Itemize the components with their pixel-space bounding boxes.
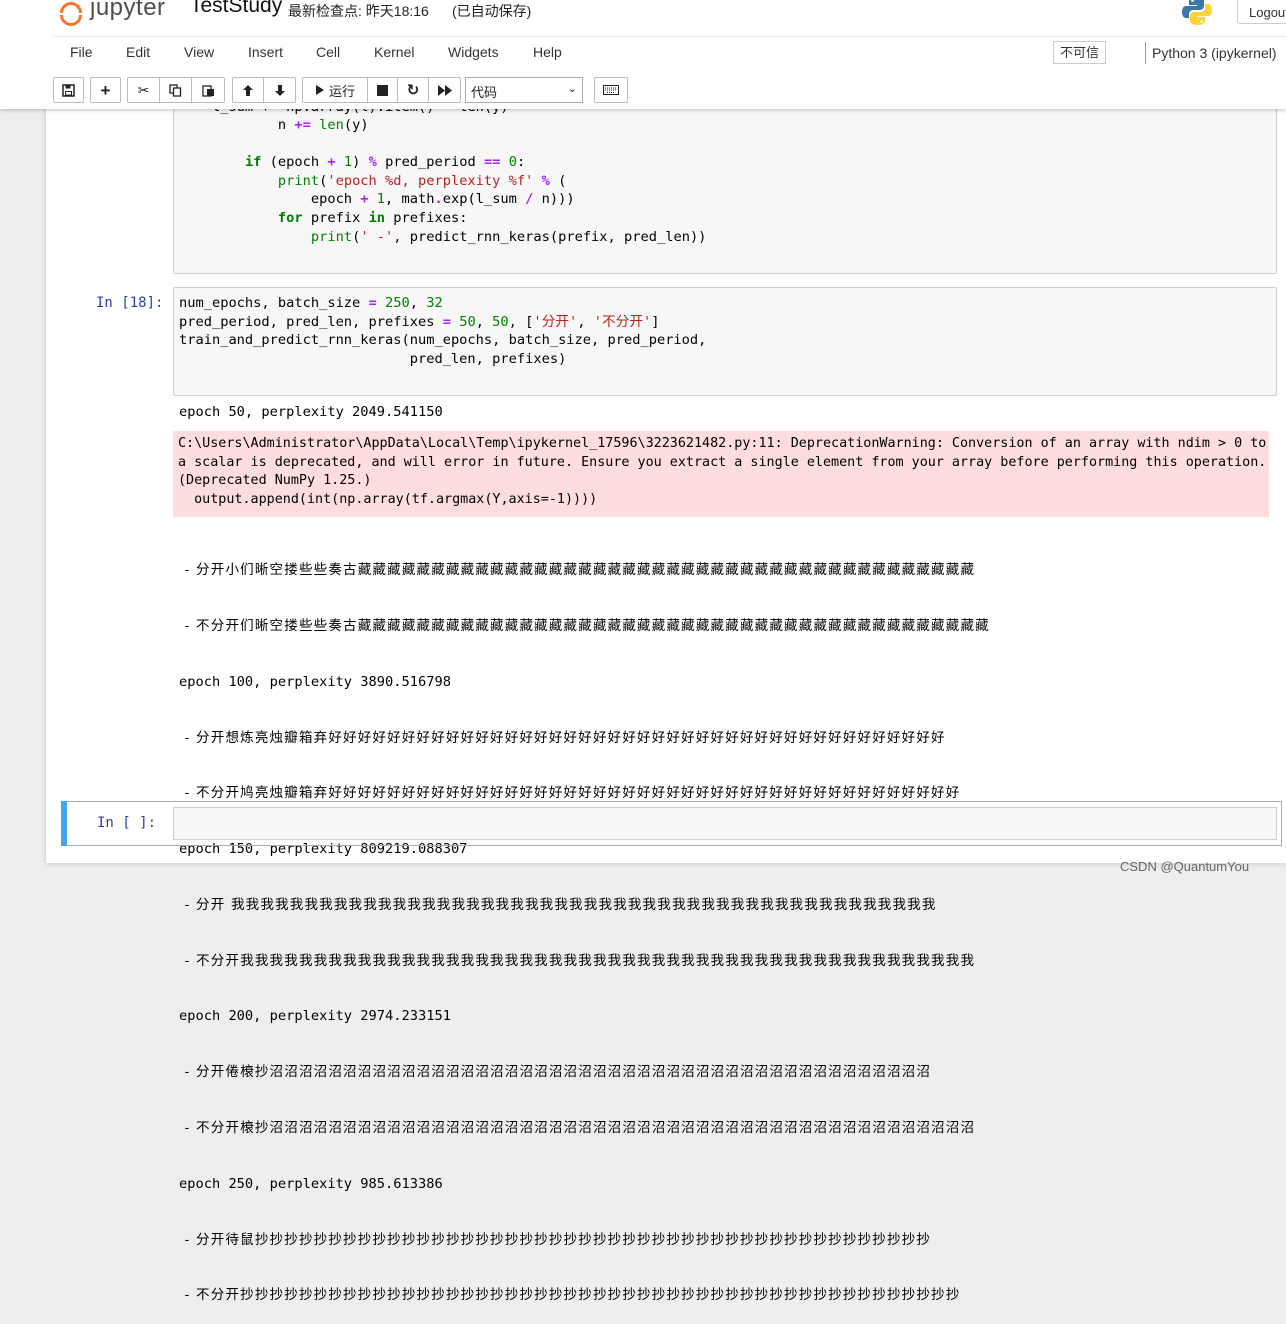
arrow-up-icon bbox=[243, 84, 253, 96]
code-line: n += len(y) bbox=[179, 117, 369, 133]
output-log: - 分开小们晰空搂些些奏古藏藏藏藏藏藏藏藏藏藏藏藏藏藏藏藏藏藏藏藏藏藏藏藏藏藏藏… bbox=[179, 524, 990, 1324]
output-line: - 分开待鼠抄抄抄抄抄抄抄抄抄抄抄抄抄抄抄抄抄抄抄抄抄抄抄抄抄抄抄抄抄抄抄抄抄抄… bbox=[179, 1231, 932, 1248]
notebook-header: jupyter TestStudy 最新检查点: 昨天18:16 (已自动保存)… bbox=[0, 0, 1286, 109]
output-line: epoch 100, perplexity 3890.516798 bbox=[179, 673, 451, 690]
move-up-button[interactable] bbox=[232, 77, 264, 103]
output-line: - 不分开榱抄沼沼沼沼沼沼沼沼沼沼沼沼沼沼沼沼沼沼沼沼沼沼沼沼沼沼沼沼沼沼沼沼沼… bbox=[179, 1120, 976, 1136]
chevron-down-icon: ⌄ bbox=[567, 83, 577, 95]
interrupt-button[interactable] bbox=[367, 77, 398, 103]
jupyter-logo[interactable]: jupyter bbox=[58, 0, 166, 28]
code-line: for prefix in prefixes: bbox=[277, 209, 468, 226]
code-line: pred_period, pred_len, prefixes = 50, 50… bbox=[179, 313, 660, 330]
save-button[interactable] bbox=[53, 77, 84, 103]
kernel-name: Python 3 (ipykernel) bbox=[1152, 45, 1277, 61]
output-line: - 分开想炼亮烛瓣箱弃好好好好好好好好好好好好好好好好好好好好好好好好好好好好好… bbox=[179, 729, 946, 746]
autosave-status: (已自动保存) bbox=[452, 3, 532, 19]
watermark: CSDN @QuantumYou bbox=[1120, 859, 1250, 874]
output-line: - 不分开抄抄抄抄抄抄抄抄抄抄抄抄抄抄抄抄抄抄抄抄抄抄抄抄抄抄抄抄抄抄抄抄抄抄抄… bbox=[179, 1287, 961, 1304]
notebook-name[interactable]: TestStudy bbox=[190, 0, 282, 18]
output-line: epoch 250, perplexity 985.613386 bbox=[179, 1175, 443, 1192]
save-icon bbox=[62, 83, 75, 97]
command-palette-button[interactable] bbox=[594, 77, 628, 103]
stderr-line: C:\Users\Administrator\AppData\Local\Tem… bbox=[178, 436, 1267, 451]
code-editor[interactable]: num_epochs, batch_size = 250, 32 pred_pe… bbox=[179, 294, 706, 368]
menu-kernel[interactable]: Kernel bbox=[374, 44, 414, 60]
code-editor[interactable]: n += len(y) if (epoch + 1) % pred_period… bbox=[179, 116, 707, 246]
stderr-line: (Deprecated NumPy 1.25.) bbox=[178, 473, 372, 489]
code-line: num_epochs, batch_size = 250, 32 bbox=[179, 295, 443, 311]
cell-type-select[interactable]: 代码 ⌄ bbox=[465, 77, 583, 103]
code-line: print(' -', predict_rnn_keras(prefix, pr… bbox=[310, 228, 707, 245]
logo-text: jupyter bbox=[90, 0, 166, 21]
menu-widgets[interactable]: Widgets bbox=[448, 44, 499, 60]
cut-button[interactable]: ✂ bbox=[127, 77, 160, 103]
selected-cell-indicator bbox=[61, 801, 67, 846]
code-cell-run[interactable]: num_epochs, batch_size = 250, 32 pred_pe… bbox=[173, 287, 1277, 396]
output-line: - 分开小们晰空搂些些奏古藏藏藏藏藏藏藏藏藏藏藏藏藏藏藏藏藏藏藏藏藏藏藏藏藏藏藏… bbox=[179, 562, 976, 579]
python-logo-icon bbox=[1182, 0, 1212, 25]
menu-cell[interactable]: Cell bbox=[316, 44, 340, 60]
stderr-line: a scalar is deprecated, and will error i… bbox=[178, 454, 1267, 470]
stderr-line: output.append(int(np.array(tf.argmax(Y,a… bbox=[178, 491, 598, 507]
move-down-button[interactable] bbox=[263, 77, 296, 103]
play-icon bbox=[315, 85, 324, 95]
checkpoint-status: 最新检查点: 昨天18:16 bbox=[288, 3, 429, 19]
logout-button[interactable]: Logout bbox=[1237, 0, 1286, 24]
menu-help[interactable]: Help bbox=[533, 44, 562, 60]
restart-icon: ↻ bbox=[406, 81, 420, 99]
restart-button[interactable]: ↻ bbox=[397, 77, 429, 103]
restart-run-all-button[interactable] bbox=[428, 77, 461, 103]
output-stdout: epoch 50, perplexity 2049.541150 bbox=[179, 404, 443, 420]
menu-view[interactable]: View bbox=[184, 44, 214, 60]
code-line: if (epoch + 1) % pred_period == 0: bbox=[244, 154, 526, 171]
code-line: pred_len, prefixes) bbox=[179, 350, 567, 367]
keyboard-icon bbox=[603, 85, 619, 95]
paste-button[interactable] bbox=[191, 77, 225, 103]
kernel-divider bbox=[1145, 42, 1146, 64]
insert-cell-button[interactable]: + bbox=[90, 77, 121, 103]
plus-icon: + bbox=[100, 80, 111, 100]
menu-edit[interactable]: Edit bbox=[126, 44, 150, 60]
fast-forward-icon bbox=[437, 84, 452, 96]
code-editor[interactable] bbox=[173, 807, 1277, 840]
output-line: - 不分开我我我我我我我我我我我我我我我我我我我我我我我我我我我我我我我我我我我… bbox=[179, 952, 976, 969]
menu-insert[interactable]: Insert bbox=[248, 44, 283, 60]
input-prompt: In [18]: bbox=[96, 295, 164, 311]
stop-icon bbox=[377, 84, 388, 96]
output-line: epoch 200, perplexity 2974.233151 bbox=[179, 1008, 451, 1025]
cell-type-value: 代码 bbox=[471, 85, 498, 100]
run-label: 运行 bbox=[328, 83, 355, 99]
output-line: - 分开 我我我我我我我我我我我我我我我我我我我我我我我我我我我我我我我我我我我… bbox=[179, 896, 937, 913]
scissors-icon: ✂ bbox=[137, 82, 150, 98]
jupyter-logo-icon bbox=[58, 1, 84, 27]
arrow-down-icon bbox=[274, 84, 285, 96]
code-line: print('epoch %d, perplexity %f' % ( bbox=[277, 172, 567, 189]
code-line: epoch + 1, math.exp(l_sum / n))) bbox=[179, 191, 575, 208]
logout-label: Logout bbox=[1249, 5, 1286, 20]
output-stderr: C:\Users\Administrator\AppData\Local\Tem… bbox=[173, 431, 1269, 517]
code-line: train_and_predict_rnn_keras(num_epochs, … bbox=[179, 332, 707, 349]
copy-button[interactable] bbox=[159, 77, 192, 103]
output-line: - 不分开们晰空搂些些奏古藏藏藏藏藏藏藏藏藏藏藏藏藏藏藏藏藏藏藏藏藏藏藏藏藏藏藏… bbox=[179, 617, 990, 634]
output-line: - 分开倦榱抄沼沼沼沼沼沼沼沼沼沼沼沼沼沼沼沼沼沼沼沼沼沼沼沼沼沼沼沼沼沼沼沼沼… bbox=[179, 1064, 932, 1081]
trust-indicator[interactable]: 不可信 bbox=[1053, 41, 1106, 64]
menu-file[interactable]: File bbox=[70, 44, 93, 60]
paste-icon bbox=[201, 84, 214, 97]
run-button[interactable]: 运行 bbox=[302, 77, 368, 103]
copy-icon bbox=[169, 83, 182, 97]
input-prompt: In [ ]: bbox=[97, 815, 157, 831]
